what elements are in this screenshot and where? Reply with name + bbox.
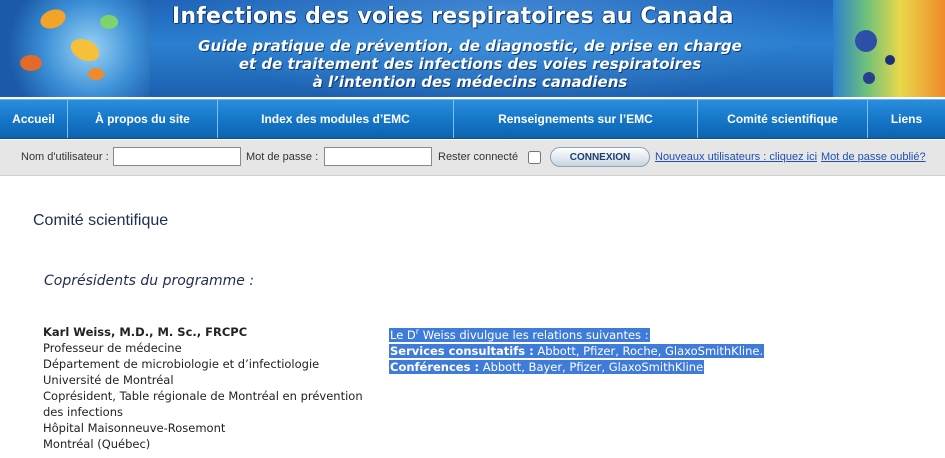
username-input[interactable] — [113, 147, 241, 166]
nav-item-index-modules[interactable]: Index des modules d’EMC — [218, 100, 454, 138]
person-detail: Montréal (Québec) — [43, 437, 151, 451]
disclosure-conferences: Conférences : Abbott, Bayer, Pfizer, Gla… — [389, 360, 705, 374]
forgot-password-link[interactable]: Mot de passe oublié? — [821, 151, 926, 163]
consulting-value: Abbott, Pfizer, Roche, GlaxoSmithKline. — [533, 344, 764, 358]
consulting-label: Services consultatifs : — [390, 344, 534, 358]
cell-illustration — [833, 0, 945, 97]
new-users-link[interactable]: Nouveaux utilisateurs : cliquez ici — [655, 151, 817, 163]
main-nav: Accueil À propos du site Index des modul… — [0, 99, 945, 139]
password-label: Mot de passe : — [246, 151, 319, 163]
disclosure-block: Le Dr Weiss divulgue les relations suiva… — [389, 327, 765, 375]
person-detail: Université de Montréal — [43, 373, 174, 387]
nav-item-renseignements[interactable]: Renseignements sur l’EMC — [454, 100, 698, 138]
nav-item-comite-scientifique[interactable]: Comité scientifique — [698, 100, 868, 138]
banner-subtitle-line: à l’intention des médecins canadiens — [312, 73, 628, 91]
nav-item-accueil[interactable]: Accueil — [0, 100, 68, 138]
person-card: Karl Weiss, M.D., M. Sc., FRCPC Professe… — [43, 324, 373, 452]
conferences-label: Conférences : — [390, 360, 480, 374]
person-detail: Coprésident, Table régionale de Montréal… — [43, 389, 363, 419]
person-detail: Professeur de médecine — [43, 341, 182, 355]
conferences-value: Abbott, Bayer, Pfizer, GlaxoSmithKline — [479, 360, 704, 374]
page-title: Comité scientifique — [33, 212, 169, 229]
person-name: Karl Weiss, M.D., M. Sc., FRCPC — [43, 325, 248, 339]
person-detail: Hôpital Maisonneuve-Rosemont — [43, 421, 226, 435]
banner-subtitle-line: et de traitement des infections des voie… — [238, 55, 702, 73]
login-bar: Nom d'utilisateur : Mot de passe : Reste… — [0, 140, 945, 176]
username-label: Nom d'utilisateur : — [21, 151, 109, 163]
password-input[interactable] — [324, 147, 432, 166]
section-heading: Coprésidents du programme : — [44, 273, 255, 289]
nav-item-a-propos[interactable]: À propos du site — [68, 100, 218, 138]
disclosure-intro: Le Dr Weiss divulgue les relations suiva… — [389, 328, 650, 342]
disclosure-intro-prefix: Le D — [390, 328, 416, 342]
person-detail: Département de microbiologie et d’infect… — [43, 357, 320, 371]
nav-item-liens[interactable]: Liens — [868, 100, 945, 138]
site-banner: Infections des voies respiratoires au Ca… — [0, 0, 945, 97]
banner-title: Infections des voies respiratoires au Ca… — [172, 4, 734, 29]
login-button[interactable]: CONNEXION — [550, 147, 650, 167]
disclosure-intro-suffix: Weiss divulgue les relations suivantes : — [419, 328, 649, 342]
remember-checkbox[interactable] — [528, 151, 541, 164]
disclosure-consulting: Services consultatifs : Abbott, Pfizer, … — [389, 344, 765, 358]
banner-subtitle-line: Guide pratique de prévention, de diagnos… — [198, 37, 742, 55]
remember-label: Rester connecté — [438, 151, 519, 163]
